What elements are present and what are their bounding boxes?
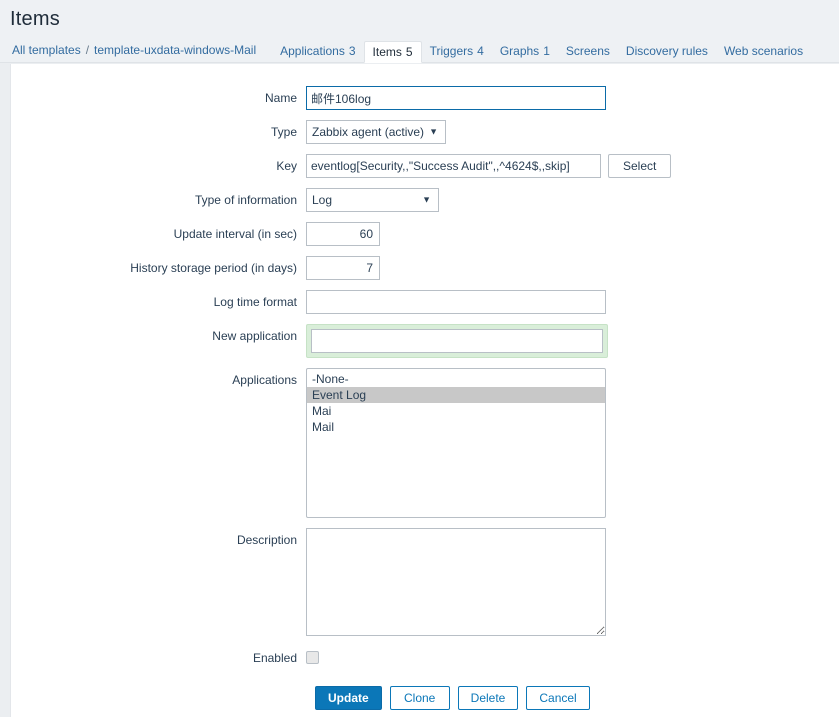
page-header: Items bbox=[0, 0, 839, 38]
type-of-information-select[interactable]: Log bbox=[306, 188, 439, 212]
key-label: Key bbox=[276, 159, 297, 173]
tab-applications-label: Applications bbox=[280, 44, 345, 58]
breadcrumb-all-templates[interactable]: All templates bbox=[12, 43, 81, 57]
description-label: Description bbox=[236, 533, 297, 547]
applications-option-none[interactable]: -None- bbox=[307, 371, 605, 387]
form-row-name: Name bbox=[11, 86, 839, 110]
clone-button[interactable]: Clone bbox=[389, 686, 450, 710]
form-row-applications: Applications -None- Event Log Mai Mail bbox=[11, 368, 839, 518]
new-application-label: New application bbox=[212, 329, 297, 343]
form-row-key: Key Select bbox=[11, 154, 839, 178]
breadcrumb-separator: / bbox=[85, 42, 90, 57]
history-storage-period-input[interactable] bbox=[306, 256, 380, 280]
tab-items[interactable]: Items 5 bbox=[363, 41, 422, 63]
navigation-bar: All templates / template-uxdata-windows-… bbox=[0, 38, 839, 63]
form-row-update-interval: Update interval (in sec) bbox=[11, 222, 839, 246]
tab-items-count: 5 bbox=[405, 45, 413, 59]
tab-discovery-rules-label: Discovery rules bbox=[625, 44, 708, 58]
form-row-enabled: Enabled bbox=[11, 646, 839, 670]
breadcrumb: All templates / template-uxdata-windows-… bbox=[10, 37, 258, 62]
name-label: Name bbox=[264, 91, 297, 105]
tab-applications[interactable]: Applications 3 bbox=[272, 40, 363, 62]
form-row-type: Type Zabbix agent (active) ▼ bbox=[11, 120, 839, 144]
item-form: Name Type Zabbix agent (active) ▼ bbox=[11, 64, 839, 710]
update-interval-label: Update interval (in sec) bbox=[173, 227, 297, 241]
tab-web-scenarios-label: Web scenarios bbox=[723, 44, 804, 58]
tab-screens-label: Screens bbox=[565, 44, 610, 58]
applications-label: Applications bbox=[232, 373, 297, 387]
type-of-information-select-wrapper: Log ▼ bbox=[306, 188, 439, 212]
form-row-log-time-format: Log time format bbox=[11, 290, 839, 314]
type-label: Type bbox=[270, 125, 297, 139]
form-actions: Update Clone Delete Cancel bbox=[11, 686, 839, 710]
tab-graphs-count: 1 bbox=[543, 44, 550, 58]
applications-listbox[interactable]: -None- Event Log Mai Mail bbox=[306, 368, 606, 518]
applications-option-mail[interactable]: Mail bbox=[307, 419, 605, 435]
tab-triggers-label: Triggers bbox=[429, 44, 474, 58]
form-row-new-application: New application bbox=[11, 324, 839, 358]
tab-graphs[interactable]: Graphs 1 bbox=[492, 40, 558, 62]
breadcrumb-template-name[interactable]: template-uxdata-windows-Mail bbox=[94, 43, 256, 57]
type-of-information-label: Type of information bbox=[194, 193, 297, 207]
key-select-button[interactable]: Select bbox=[608, 154, 672, 178]
tab-web-scenarios[interactable]: Web scenarios bbox=[716, 40, 811, 62]
form-row-type-of-information: Type of information Log ▼ bbox=[11, 188, 839, 212]
tab-list: Applications 3 Items 5 Triggers 4 Graphs 1 S… bbox=[272, 40, 811, 63]
enabled-checkbox[interactable] bbox=[306, 651, 319, 664]
key-input[interactable] bbox=[306, 154, 601, 178]
form-row-history-storage-period: History storage period (in days) bbox=[11, 256, 839, 280]
page-root: Items All templates / template-uxdata-wi… bbox=[0, 0, 839, 717]
tab-discovery-rules[interactable]: Discovery rules bbox=[618, 40, 716, 62]
new-application-input[interactable] bbox=[311, 329, 603, 353]
cancel-button[interactable]: Cancel bbox=[526, 686, 590, 710]
applications-option-mai[interactable]: Mai bbox=[307, 403, 605, 419]
page-title: Items bbox=[10, 8, 60, 30]
update-interval-input[interactable] bbox=[306, 222, 380, 246]
log-time-format-input[interactable] bbox=[306, 290, 606, 314]
name-input[interactable] bbox=[306, 86, 606, 110]
update-button[interactable]: Update bbox=[315, 686, 382, 710]
description-textarea[interactable] bbox=[306, 528, 606, 636]
form-row-description: Description bbox=[11, 528, 839, 636]
tab-items-label: Items bbox=[372, 45, 402, 59]
new-application-highlight bbox=[306, 324, 608, 358]
enabled-label: Enabled bbox=[252, 651, 297, 665]
type-select-wrapper: Zabbix agent (active) ▼ bbox=[306, 120, 446, 144]
tab-screens[interactable]: Screens bbox=[558, 40, 618, 62]
tab-applications-count: 3 bbox=[348, 44, 356, 58]
tab-triggers-count: 4 bbox=[477, 44, 484, 58]
content-panel: Name Type Zabbix agent (active) ▼ bbox=[10, 64, 839, 717]
log-time-format-label: Log time format bbox=[213, 295, 297, 309]
tab-triggers[interactable]: Triggers 4 bbox=[422, 40, 492, 62]
delete-button[interactable]: Delete bbox=[457, 686, 519, 710]
history-storage-period-label: History storage period (in days) bbox=[130, 261, 297, 275]
type-select[interactable]: Zabbix agent (active) bbox=[306, 120, 446, 144]
tab-graphs-label: Graphs bbox=[499, 44, 540, 58]
applications-option-event-log[interactable]: Event Log bbox=[307, 387, 605, 403]
